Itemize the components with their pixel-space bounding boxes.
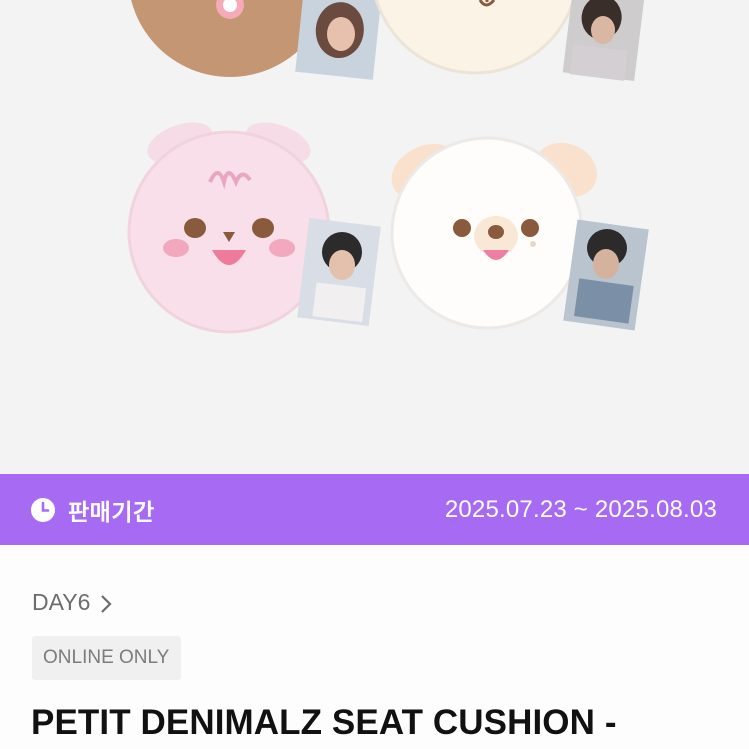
artist-link[interactable]: DAY6 (32, 589, 112, 616)
pink-cushion (127, 122, 331, 334)
photocard-4 (563, 219, 649, 331)
chevron-right-icon (100, 593, 112, 613)
product-illustration (127, 0, 649, 334)
photocard-3 (297, 217, 381, 327)
product-title: PETIT DENIMALZ SEAT CUSHION - (31, 703, 617, 742)
product-image[interactable] (0, 0, 749, 474)
cream-cushion (374, 0, 576, 75)
online-only-badge: ONLINE ONLY (32, 636, 182, 680)
sale-period-dates: 2025.07.23 ~ 2025.08.03 (444, 495, 717, 523)
product-info: DAY6 ONLINE ONLY PETIT DENIMALZ SEAT CUS… (0, 545, 749, 749)
photocard-1 (295, 0, 383, 80)
clock-icon (30, 497, 56, 523)
sale-period-bar: 판매기간 2025.07.23 ~ 2025.08.03 (0, 474, 749, 545)
artist-name: DAY6 (32, 589, 91, 615)
photocard-2 (562, 0, 646, 82)
sale-period-label: 판매기간 (68, 498, 155, 525)
